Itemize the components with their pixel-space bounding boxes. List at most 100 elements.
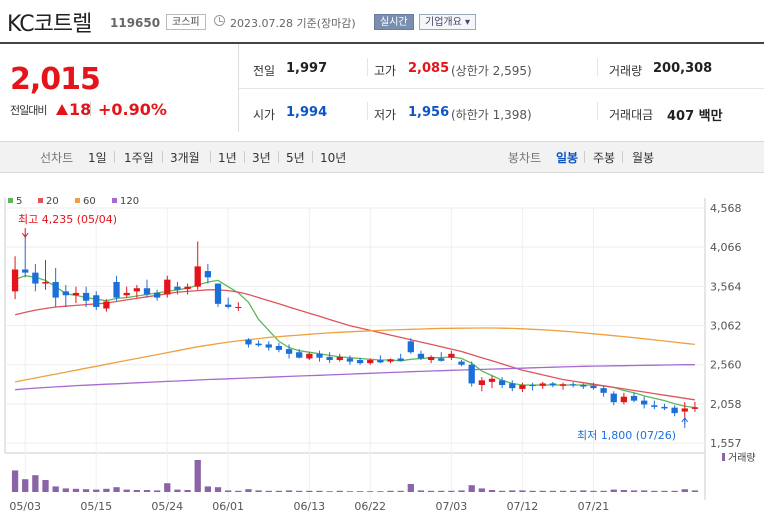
stats-separator <box>597 102 598 120</box>
candle-body <box>478 380 485 386</box>
price-chart[interactable]: 5 20 60 120 거래량 4,568 4,066 3,564 3,062 2,560 2,… <box>0 190 764 516</box>
candle-body <box>225 304 232 307</box>
volume-bar <box>661 490 668 492</box>
candle-body <box>235 306 242 308</box>
candle-body <box>255 343 262 346</box>
volume-bar <box>133 490 140 492</box>
volume-bar <box>539 490 546 492</box>
period-3m[interactable]: 3개월 <box>170 149 200 166</box>
volume-bars: 거래량 <box>11 452 756 492</box>
candle-body <box>143 288 151 295</box>
candle-chart-label: 봉차트 <box>508 151 542 165</box>
stock-code: 119650 <box>110 16 161 30</box>
stats-separator <box>597 58 598 76</box>
legend-swatch <box>38 198 43 203</box>
volume-bar <box>438 490 445 492</box>
candle-body <box>529 385 536 387</box>
candle-body <box>509 383 516 389</box>
candle-body <box>661 406 668 409</box>
y-tick-label: 4,568 <box>710 202 742 215</box>
volume-bar <box>103 488 110 492</box>
volume-bar <box>32 475 39 492</box>
candle-daily[interactable]: 일봉 <box>556 149 578 166</box>
volume-bar <box>691 490 699 492</box>
candle-weekly[interactable]: 주봉 <box>593 149 615 166</box>
candle-body <box>539 383 546 386</box>
prev-value: 1,997 <box>286 61 328 76</box>
open-label: 시가 <box>253 108 276 122</box>
candle-body <box>580 385 587 387</box>
volume-legend-label: 거래량 <box>728 452 756 464</box>
candle-body <box>174 286 181 290</box>
candle-body <box>306 353 313 359</box>
stats-separator <box>367 58 368 76</box>
candle-body <box>72 292 80 296</box>
upper-limit: (상한가 2,595) <box>451 64 532 78</box>
volume-bar <box>11 470 19 492</box>
candle-body <box>296 352 303 358</box>
company-info-dropdown[interactable]: 기업개요 ▾ <box>419 14 476 30</box>
toolbar-separator <box>114 151 115 163</box>
stock-name: KC코트렐 <box>7 12 92 37</box>
legend-swatch <box>75 198 80 203</box>
candle-body <box>336 356 343 361</box>
candle-body <box>32 272 39 284</box>
x-tick-label: 05/24 <box>151 500 183 513</box>
candle-body <box>356 360 364 364</box>
current-price: 2,015 <box>10 62 101 97</box>
date-text: 2023.07.28 <box>230 17 293 30</box>
volume-bar <box>570 490 577 492</box>
candle-body <box>407 341 414 353</box>
volume-bar <box>72 488 80 492</box>
volume-bar <box>377 491 384 492</box>
realtime-button[interactable]: 실시간 <box>374 14 414 30</box>
y-tick-label: 2,560 <box>710 359 742 372</box>
candle-body <box>62 291 69 296</box>
x-tick-label: 07/21 <box>578 500 610 513</box>
stats-separator <box>367 102 368 120</box>
volume-bar <box>113 487 120 492</box>
volume-bar <box>275 490 283 492</box>
period-5y[interactable]: 5년 <box>286 149 305 166</box>
candle-body <box>22 269 29 273</box>
x-tick-label: 05/03 <box>9 500 41 513</box>
period-10y[interactable]: 10년 <box>320 149 346 166</box>
y-tick-label: 3,564 <box>710 280 742 293</box>
volume-legend-swatch <box>722 453 725 461</box>
candle-body <box>133 288 140 292</box>
volume-bar <box>143 490 151 492</box>
stats-row: 전일 1,997 고가 2,085 (상한가 2,595) 거래량 200,30… <box>239 44 764 89</box>
x-tick-label: 07/12 <box>507 500 539 513</box>
volume-bar <box>93 489 100 492</box>
volume-bar <box>255 490 262 492</box>
period-1d[interactable]: 1일 <box>88 149 107 166</box>
candle-body <box>367 360 374 364</box>
x-tick-label: 06/13 <box>293 500 325 513</box>
period-1w[interactable]: 1주일 <box>124 149 154 166</box>
legend-label: 20 <box>46 196 59 207</box>
candle-body <box>590 385 597 389</box>
volume-bar <box>600 490 607 492</box>
x-tick-label: 06/01 <box>212 500 244 513</box>
candle-body <box>681 408 688 412</box>
basis-text: 기준(장마감) <box>296 17 356 30</box>
clock-icon <box>214 15 225 26</box>
candle-body <box>11 269 19 292</box>
y-axis: 4,568 4,066 3,564 3,062 2,560 2,058 1,557 <box>710 202 742 450</box>
volume-bar <box>235 490 242 492</box>
volume-bar <box>580 490 587 492</box>
candle-body <box>346 358 354 362</box>
toolbar-separator <box>312 151 313 163</box>
candle-body <box>164 279 171 295</box>
period-1y[interactable]: 1년 <box>218 149 237 166</box>
volume-bar <box>194 460 201 492</box>
volume-bar <box>610 489 617 492</box>
candle-body <box>113 281 120 298</box>
period-3y[interactable]: 3년 <box>252 149 271 166</box>
volume-bar <box>529 490 536 492</box>
candle-body <box>600 388 607 393</box>
volume-bar <box>326 491 333 492</box>
candle-monthly[interactable]: 월봉 <box>632 149 654 166</box>
candle-body <box>265 344 272 348</box>
legend-label: 60 <box>83 196 96 207</box>
